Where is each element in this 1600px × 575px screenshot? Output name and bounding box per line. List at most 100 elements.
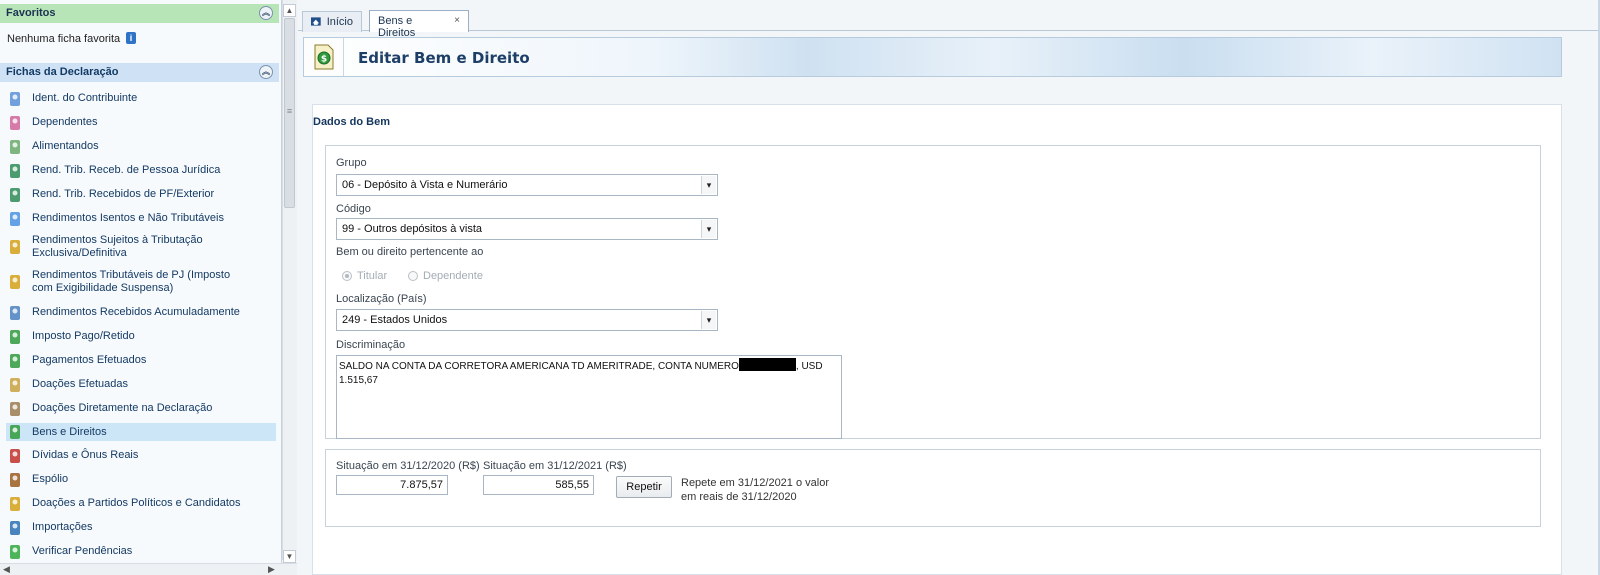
radio-dependente[interactable]: Dependente xyxy=(408,270,483,282)
estate-icon xyxy=(6,471,24,489)
codigo-label: Código xyxy=(336,203,371,215)
radio-label: Dependente xyxy=(423,270,483,282)
page-title: Editar Bem e Direito xyxy=(358,49,530,67)
repetir-button[interactable]: Repetir xyxy=(616,476,672,498)
section-title: Dados do Bem xyxy=(313,116,391,128)
horizontal-scrollbar[interactable]: ◀ ▶ xyxy=(0,563,297,575)
person-icon xyxy=(6,90,24,108)
political-donations-icon xyxy=(6,495,24,513)
sidebar-item[interactable]: Verificar Pendências xyxy=(6,543,276,560)
sidebar-item-label: Alimentandos xyxy=(32,140,99,152)
scroll-right-icon[interactable]: ▶ xyxy=(268,564,275,575)
sidebar-item-label: Espólio xyxy=(32,473,69,485)
repetir-help-text: Repete em 31/12/2021 o valor em reais de… xyxy=(681,477,829,503)
sidebar-item[interactable]: Dependentes xyxy=(6,114,276,131)
sidebar-item-label: Doações a Partidos Políticos e Candidato… xyxy=(32,497,241,509)
sidebar-item[interactable]: Rend. Trib. Recebidos de PF/Exterior xyxy=(6,186,276,203)
direct-donations-icon xyxy=(6,400,24,418)
scroll-left-icon[interactable]: ◀ xyxy=(3,564,10,575)
sidebar-item[interactable]: Doações Efetuadas xyxy=(6,376,276,393)
radio-dot xyxy=(408,271,418,281)
localizacao-select[interactable]: 249 - Estados Unidos ▾ xyxy=(336,309,718,331)
discriminacao-text: SALDO NA CONTA DA CORRETORA AMERICANA TD… xyxy=(339,361,739,372)
chevron-down-icon[interactable]: ▾ xyxy=(701,220,716,238)
favoritos-header[interactable]: Favoritos ︽ xyxy=(0,4,279,23)
localizacao-label: Localização (País) xyxy=(336,293,427,305)
scroll-up-icon[interactable]: ▲ xyxy=(283,4,296,17)
situacao-2020-label: Situação em 31/12/2020 (R$) xyxy=(336,460,480,472)
tab-inicio[interactable]: Início xyxy=(302,11,362,32)
exclusive-tax-icon xyxy=(6,238,24,256)
pertencente-label: Bem ou direito pertencente ao xyxy=(336,246,484,258)
tab-label: Bens e Direitos xyxy=(378,15,416,39)
collapse-up-icon[interactable]: ︽ xyxy=(259,65,273,79)
radio-titular[interactable]: Titular xyxy=(342,270,387,282)
sidebar-item-label: Rendimentos Recebidos Acumuladamente xyxy=(32,306,240,318)
tab-label: Início xyxy=(326,16,353,28)
sidebar-item-label: Rend. Trib. Receb. de Pessoa Jurídica xyxy=(32,164,221,176)
fichas-title: Fichas da Declaração xyxy=(6,66,119,78)
sidebar-item[interactable]: Doações Diretamente na Declaração xyxy=(6,400,276,417)
sidebar-item[interactable]: Imposto Pago/Retido xyxy=(6,328,276,345)
sidebar-item-label: Pagamentos Efetuados xyxy=(32,354,147,366)
accumulated-income-icon xyxy=(6,304,24,322)
sidebar-item[interactable]: Pagamentos Efetuados xyxy=(6,352,276,369)
debts-icon xyxy=(6,447,24,465)
sidebar-item-label: Rendimentos Isentos e Não Tributáveis xyxy=(32,212,224,224)
codigo-select[interactable]: 99 - Outros depósitos à vista ▾ xyxy=(336,218,718,240)
grupo-value: 06 - Depósito à Vista e Numerário xyxy=(342,179,508,191)
grupo-label: Grupo xyxy=(336,157,367,169)
form-area: Dados do Bem Grupo 06 - Depósito à Vista… xyxy=(312,104,1562,575)
collapse-up-icon[interactable]: ︽ xyxy=(259,6,273,20)
favoritos-empty-text: Nenhuma ficha favorita xyxy=(7,33,121,45)
situacao-2020-input[interactable]: 7.875,57 xyxy=(336,475,448,495)
situacao-box: Situação em 31/12/2020 (R$) 7.875,57 Sit… xyxy=(325,449,1541,527)
sidebar-item[interactable]: Rendimentos Tributáveis de PJ (Imposto c… xyxy=(6,268,276,296)
home-icon xyxy=(311,17,321,26)
sidebar-item[interactable]: Dívidas e Ônus Reais xyxy=(6,447,276,464)
localizacao-value: 249 - Estados Unidos xyxy=(342,314,448,326)
radio-dot xyxy=(342,271,352,281)
fichas-header[interactable]: Fichas da Declaração ︽ xyxy=(0,63,279,82)
sidebar-item-label: Bens e Direitos xyxy=(32,425,107,438)
main-area: Início Bens e Direitos × $ Editar Bem e … xyxy=(298,0,1600,575)
tax-paid-icon xyxy=(6,328,24,346)
svg-text:$: $ xyxy=(320,55,326,65)
sidebar-item[interactable]: Importações xyxy=(6,519,276,536)
sidebar-item-label: Dívidas e Ônus Reais xyxy=(32,449,139,461)
page-header: $ Editar Bem e Direito xyxy=(303,37,1562,77)
sidebar: Favoritos ︽ Nenhuma ficha favorita i Fic… xyxy=(0,0,282,575)
sidebar-item[interactable]: Rendimentos Sujeitos à Tributação Exclus… xyxy=(6,233,276,261)
suspended-tax-icon xyxy=(6,273,24,291)
sidebar-item-label: Dependentes xyxy=(32,116,98,128)
info-icon[interactable]: i xyxy=(126,32,136,44)
sidebar-item[interactable]: Alimentandos xyxy=(6,138,276,155)
sidebar-item[interactable]: Rendimentos Isentos e Não Tributáveis xyxy=(6,210,276,227)
sidebar-item[interactable]: Espólio xyxy=(6,471,276,488)
grupo-select[interactable]: 06 - Depósito à Vista e Numerário ▾ xyxy=(336,174,718,196)
sidebar-item[interactable]: Ident. do Contribuinte xyxy=(6,90,276,107)
splitter-handle[interactable]: ≡ xyxy=(282,107,297,116)
sidebar-item[interactable]: Bens e Direitos xyxy=(6,423,276,441)
check-icon xyxy=(6,543,24,561)
sidebar-item-label: Importações xyxy=(32,521,93,533)
sidebar-item-label: Doações Diretamente na Declaração xyxy=(32,402,213,414)
tab-bens-e-direitos[interactable]: Bens e Direitos × xyxy=(369,10,469,39)
sidebar-item-label: Rendimentos Sujeitos à Tributação Exclus… xyxy=(32,234,203,259)
chevron-down-icon[interactable]: ▾ xyxy=(701,311,716,329)
sidebar-item-label: Ident. do Contribuinte xyxy=(32,92,138,104)
sidebar-item-label: Doações Efetuadas xyxy=(32,378,129,390)
discriminacao-textarea[interactable]: SALDO NA CONTA DA CORRETORA AMERICANA TD… xyxy=(336,355,842,439)
sidebar-item[interactable]: Rend. Trib. Receb. de Pessoa Jurídica xyxy=(6,162,276,179)
sidebar-item[interactable]: Doações a Partidos Políticos e Candidato… xyxy=(6,495,276,512)
codigo-value: 99 - Outros depósitos à vista xyxy=(342,223,483,235)
sidebar-item-label: Rend. Trib. Recebidos de PF/Exterior xyxy=(32,188,215,200)
situacao-2021-input[interactable]: 585,55 xyxy=(483,475,594,495)
chevron-down-icon[interactable]: ▾ xyxy=(701,176,716,194)
close-icon[interactable]: × xyxy=(454,15,460,32)
dependents-icon xyxy=(6,114,24,132)
scroll-down-icon[interactable]: ▼ xyxy=(283,550,296,563)
radio-label: Titular xyxy=(357,270,388,282)
sidebar-item[interactable]: Rendimentos Recebidos Acumuladamente xyxy=(6,304,276,321)
sidebar-item-label: Verificar Pendências xyxy=(32,545,133,557)
